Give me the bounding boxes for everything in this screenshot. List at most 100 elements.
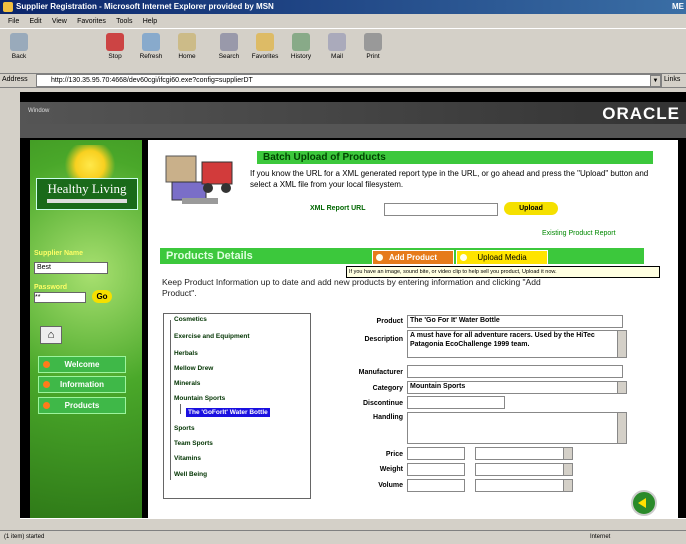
home-icon	[178, 33, 196, 51]
category-tree: Cosmetics Exercise and Equipment Herbals…	[163, 313, 311, 499]
supplier-name-input[interactable]: Best	[34, 262, 108, 274]
back-button[interactable]: Back	[4, 31, 34, 60]
category-label: Category	[372, 385, 403, 392]
back-arrow-button[interactable]	[631, 490, 657, 516]
arrow-left-icon	[638, 498, 646, 508]
menu-view[interactable]: View	[52, 18, 67, 25]
password-input[interactable]: **	[34, 292, 86, 303]
print-icon	[364, 33, 382, 51]
upload-button[interactable]: Upload	[504, 202, 558, 215]
price-label: Price	[385, 451, 403, 458]
chevron-down-icon[interactable]	[563, 464, 572, 475]
window-controls[interactable]: ME	[672, 0, 684, 14]
menu-tools[interactable]: Tools	[116, 18, 132, 25]
refresh-button[interactable]: Refresh	[136, 31, 166, 60]
upload-media-tooltip: If you have an image, sound bite, or vid…	[346, 266, 660, 278]
tree-node-herbals[interactable]: Herbals	[174, 350, 198, 357]
upload-media-button[interactable]: Upload Media	[456, 250, 548, 265]
horizontal-scrollbar[interactable]	[20, 518, 686, 530]
nav-products-button[interactable]: Products	[38, 397, 126, 414]
batch-upload-title: Batch Upload of Products	[257, 151, 653, 164]
keep-info-text: Keep Product Information up to date and …	[162, 277, 541, 298]
tree-node-exercise[interactable]: Exercise and Equipment	[174, 333, 250, 340]
xml-report-url-input[interactable]	[384, 203, 498, 216]
favorites-button[interactable]: Favorites	[250, 31, 280, 60]
tree-node-water-bottle[interactable]: The 'GoForIt' Water Bottle	[186, 408, 270, 417]
category-select[interactable]: Mountain Sports	[407, 381, 627, 394]
tree-node-vitamins[interactable]: Vitamins	[174, 455, 201, 462]
tree-node-team-sports[interactable]: Team Sports	[174, 440, 213, 447]
left-gutter	[0, 88, 20, 530]
menu-help[interactable]: Help	[143, 18, 157, 25]
applet-subbar	[20, 124, 686, 138]
tree-node-cosmetics[interactable]: Cosmetics	[174, 316, 207, 323]
handling-input[interactable]	[407, 412, 627, 444]
manufacturer-input[interactable]	[407, 365, 623, 378]
weight-unit-select[interactable]	[475, 463, 573, 476]
healthy-living-logo: Healthy Living	[36, 178, 138, 210]
chevron-down-icon[interactable]	[563, 480, 572, 491]
xml-report-url-label: XML Report URL	[310, 205, 366, 212]
batch-upload-instructions: If you know the URL for a XML generated …	[250, 169, 649, 189]
window-menu-label[interactable]: Window	[28, 108, 49, 114]
mail-icon	[328, 33, 346, 51]
menu-bar: File Edit View Favorites Tools Help	[0, 14, 686, 27]
tree-node-mountain-sports[interactable]: Mountain Sports	[174, 395, 225, 402]
mail-button[interactable]: Mail	[322, 31, 352, 60]
history-button[interactable]: History	[286, 31, 316, 60]
go-button[interactable]: Go	[92, 290, 112, 303]
menu-edit[interactable]: Edit	[30, 18, 42, 25]
search-button[interactable]: Search	[214, 31, 244, 60]
address-dropdown-icon[interactable]: ▼	[650, 75, 661, 87]
browser-toolbar: Back Stop Refresh Home Search Favorites …	[0, 28, 686, 74]
handling-label: Handling	[373, 414, 403, 421]
links-button[interactable]: Links	[664, 73, 680, 87]
home-button[interactable]: Home	[172, 31, 202, 60]
add-product-button[interactable]: Add Product	[372, 250, 454, 265]
volume-input[interactable]	[407, 479, 465, 492]
tree-node-minerals[interactable]: Minerals	[174, 380, 200, 387]
address-input[interactable]: http://130.35.95.70:4668/dev60cgi/ifcgi6…	[36, 74, 662, 87]
print-button[interactable]: Print	[358, 31, 388, 60]
window-title-bar: Supplier Registration - Microsoft Intern…	[0, 0, 686, 14]
status-bar: (1 item) started Internet	[0, 530, 686, 544]
tree-line	[170, 320, 171, 480]
chevron-down-icon[interactable]	[563, 448, 572, 459]
nav-information-button[interactable]: Information	[38, 376, 126, 393]
tree-node-mellow-drew[interactable]: Mellow Drew	[174, 365, 213, 372]
weight-input[interactable]	[407, 463, 465, 476]
supplier-name-label: Supplier Name	[34, 250, 84, 257]
weight-label: Weight	[379, 466, 403, 473]
price-input[interactable]	[407, 447, 465, 460]
discontinue-label: Discontinue	[362, 400, 403, 407]
chevron-down-icon[interactable]	[617, 382, 626, 393]
price-unit-select[interactable]	[475, 447, 573, 460]
menu-favorites[interactable]: Favorites	[77, 18, 106, 25]
back-arrow-icon	[10, 33, 28, 51]
product-label: Product	[376, 318, 403, 325]
tree-node-sports[interactable]: Sports	[174, 425, 195, 432]
description-input[interactable]: A must have for all adventure racers. Us…	[407, 330, 627, 358]
ie-logo-icon	[3, 2, 13, 12]
volume-label: Volume	[378, 482, 403, 489]
product-input[interactable]: The 'Go For It' Water Bottle	[407, 315, 623, 328]
products-details-title: Products Details	[166, 250, 253, 262]
manufacturer-label: Manufacturer	[358, 369, 403, 376]
oracle-header: Window ORACLE	[20, 102, 686, 124]
stop-button[interactable]: Stop	[100, 31, 130, 60]
discontinue-input[interactable]	[407, 396, 505, 409]
tree-node-well-being[interactable]: Well Being	[174, 471, 207, 478]
favorites-icon	[256, 33, 274, 51]
description-label: Description	[364, 336, 403, 343]
handling-scrollbar[interactable]	[617, 413, 626, 443]
existing-product-report-link[interactable]: Existing Product Report	[542, 230, 616, 237]
home-icon[interactable]: ⌂	[40, 326, 62, 344]
internet-zone: Internet	[590, 534, 611, 540]
history-icon	[292, 33, 310, 51]
nav-welcome-button[interactable]: Welcome	[38, 356, 126, 373]
menu-file[interactable]: File	[8, 18, 19, 25]
address-label: Address	[2, 76, 28, 83]
status-text: (1 item) started	[4, 534, 45, 540]
description-scrollbar[interactable]	[617, 331, 626, 357]
volume-unit-select[interactable]	[475, 479, 573, 492]
